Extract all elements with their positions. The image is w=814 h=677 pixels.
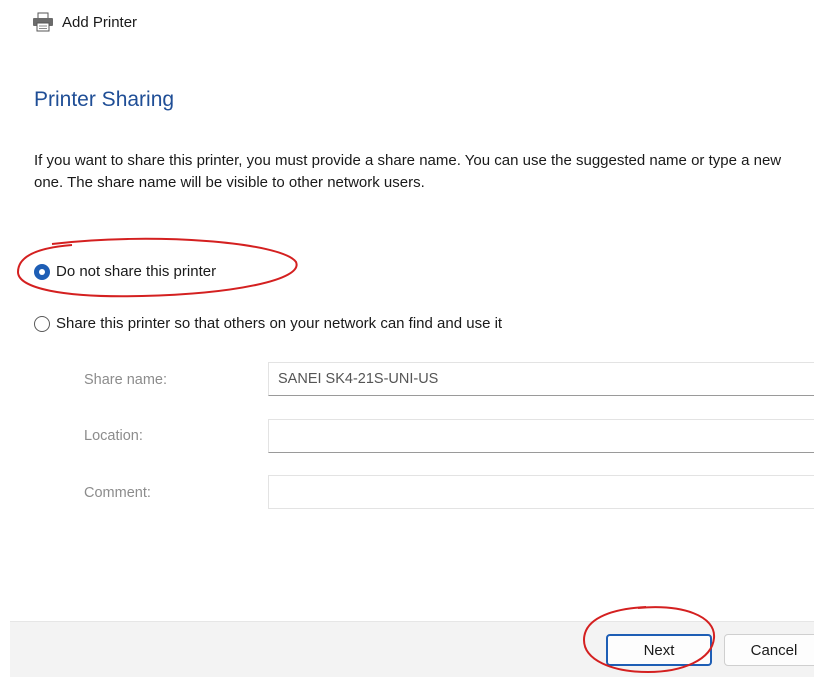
radio-do-not-share[interactable]: Do not share this printer: [34, 263, 216, 280]
radio-unselected-icon[interactable]: [34, 315, 50, 332]
comment-label: Comment:: [84, 485, 151, 501]
cancel-button[interactable]: Cancel: [724, 634, 814, 666]
location-label: Location:: [84, 428, 143, 444]
radio-share[interactable]: Share this printer so that others on you…: [34, 315, 502, 332]
location-field[interactable]: [268, 419, 814, 453]
share-name-field[interactable]: SANEI SK4-21S-UNI-US: [268, 362, 814, 396]
window-title: Add Printer: [62, 13, 138, 31]
description-text: If you want to share this printer, you m…: [34, 152, 782, 191]
radio-selected-icon[interactable]: [34, 263, 50, 280]
radio-do-not-share-label[interactable]: Do not share this printer: [56, 263, 216, 280]
radio-share-label[interactable]: Share this printer so that others on you…: [56, 315, 502, 332]
page-heading: Printer Sharing: [34, 88, 175, 111]
share-name-label: Share name:: [84, 372, 168, 388]
printer-icon: [32, 12, 54, 32]
next-button[interactable]: Next: [606, 634, 712, 666]
comment-field[interactable]: [268, 475, 814, 509]
title-bar: Add Printer: [32, 10, 137, 34]
